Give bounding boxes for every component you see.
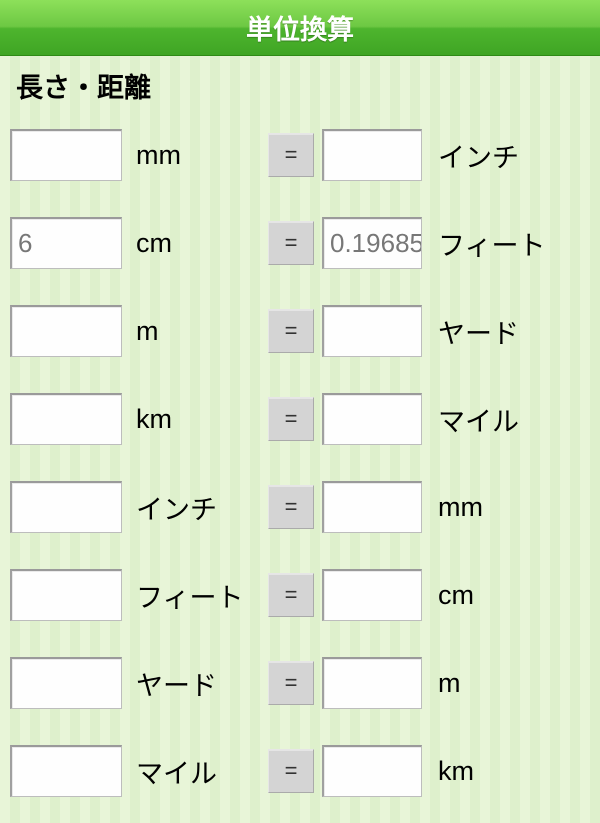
equals-button[interactable]: = bbox=[268, 749, 314, 793]
conversion-row: km = マイル bbox=[10, 375, 590, 463]
right-unit-label: cm bbox=[430, 580, 590, 611]
left-input[interactable] bbox=[10, 481, 122, 533]
equals-button[interactable]: = bbox=[268, 573, 314, 617]
equals-button[interactable]: = bbox=[268, 133, 314, 177]
right-unit-label: mm bbox=[430, 492, 590, 523]
right-input[interactable] bbox=[322, 393, 422, 445]
conversion-rows: mm = インチ 6 cm = 0.19685 フィート m = ヤード km … bbox=[0, 111, 600, 815]
app-header: 単位換算 bbox=[0, 0, 600, 56]
left-input[interactable] bbox=[10, 745, 122, 797]
left-input[interactable] bbox=[10, 657, 122, 709]
left-unit-label: フィート bbox=[128, 576, 260, 615]
conversion-row: m = ヤード bbox=[10, 287, 590, 375]
right-unit-label: インチ bbox=[430, 136, 590, 175]
equals-button[interactable]: = bbox=[268, 661, 314, 705]
conversion-row: フィート = cm bbox=[10, 551, 590, 639]
left-input[interactable] bbox=[10, 569, 122, 621]
right-unit-label: m bbox=[430, 668, 590, 699]
equals-button[interactable]: = bbox=[268, 309, 314, 353]
right-input[interactable] bbox=[322, 481, 422, 533]
right-input[interactable]: 0.19685 bbox=[322, 217, 422, 269]
equals-button[interactable]: = bbox=[268, 397, 314, 441]
conversion-row: マイル = km bbox=[10, 727, 590, 815]
left-unit-label: ヤード bbox=[128, 664, 260, 703]
left-unit-label: マイル bbox=[128, 752, 260, 791]
left-input[interactable]: 6 bbox=[10, 217, 122, 269]
left-input[interactable] bbox=[10, 129, 122, 181]
right-input[interactable] bbox=[322, 129, 422, 181]
equals-button[interactable]: = bbox=[268, 485, 314, 529]
left-input[interactable] bbox=[10, 305, 122, 357]
left-unit-label: cm bbox=[128, 228, 260, 259]
section-title: 長さ・距離 bbox=[0, 56, 600, 111]
right-unit-label: km bbox=[430, 756, 590, 787]
right-unit-label: フィート bbox=[430, 224, 590, 263]
right-input[interactable] bbox=[322, 569, 422, 621]
right-unit-label: ヤード bbox=[430, 312, 590, 351]
conversion-row: ヤード = m bbox=[10, 639, 590, 727]
right-unit-label: マイル bbox=[430, 400, 590, 439]
left-unit-label: m bbox=[128, 316, 260, 347]
equals-button[interactable]: = bbox=[268, 221, 314, 265]
right-input[interactable] bbox=[322, 745, 422, 797]
app-title: 単位換算 bbox=[246, 8, 354, 47]
conversion-row: インチ = mm bbox=[10, 463, 590, 551]
conversion-row: 6 cm = 0.19685 フィート bbox=[10, 199, 590, 287]
right-input[interactable] bbox=[322, 657, 422, 709]
left-unit-label: km bbox=[128, 404, 260, 435]
left-unit-label: インチ bbox=[128, 488, 260, 527]
left-unit-label: mm bbox=[128, 140, 260, 171]
left-input[interactable] bbox=[10, 393, 122, 445]
conversion-row: mm = インチ bbox=[10, 111, 590, 199]
right-input[interactable] bbox=[322, 305, 422, 357]
